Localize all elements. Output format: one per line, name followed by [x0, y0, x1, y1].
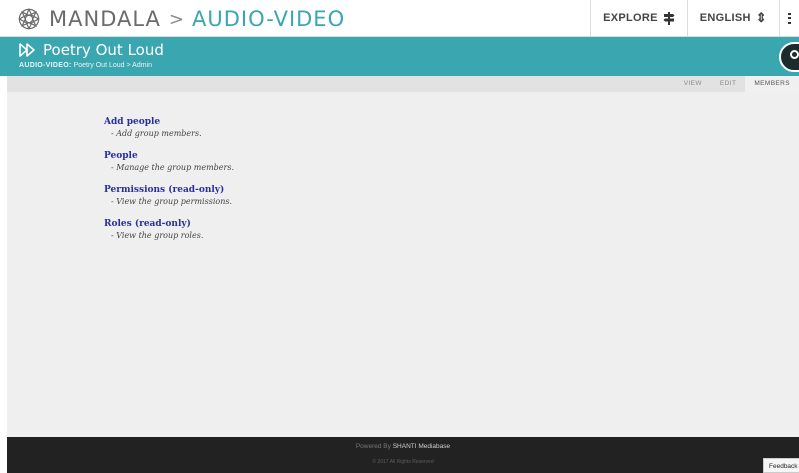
list-item: Add people - Add group members. — [104, 117, 202, 139]
main-content: Add people - Add group members. People -… — [7, 92, 799, 437]
feedback-button[interactable]: Feedback — [763, 458, 799, 473]
brand-separator: > — [168, 8, 185, 30]
breadcrumb-root[interactable]: AUDIO-VIDEO: — [19, 62, 72, 69]
page: MANDALA > AUDIO-VIDEO EXPLORE ENGLISH ⇕ — [0, 0, 799, 473]
language-label: ENGLISH — [699, 12, 751, 24]
language-select[interactable]: ENGLISH ⇕ — [686, 0, 779, 36]
explore-button[interactable]: EXPLORE — [590, 0, 687, 36]
roles-link[interactable]: Roles (read-only) — [104, 219, 203, 230]
breadcrumb-separator: > — [126, 62, 131, 69]
breadcrumb-item[interactable]: Admin — [132, 62, 152, 69]
list-item: People - Manage the group members. — [104, 151, 234, 173]
breadcrumb-item[interactable]: Poetry Out Loud — [74, 62, 125, 69]
tab-members[interactable]: MEMBERS — [745, 76, 799, 92]
section-name: AUDIO-VIDEO — [192, 7, 346, 31]
item-description: - View the group permissions. — [111, 197, 232, 206]
tab-view[interactable]: VIEW — [675, 76, 711, 92]
powered-prefix: Powered By — [355, 443, 391, 450]
list-item: Permissions (read-only) - View the group… — [104, 185, 232, 207]
menu-button[interactable] — [779, 0, 799, 36]
audio-video-icon — [19, 43, 35, 57]
footer: Powered By SHANTI Mediabase © 2017 All R… — [7, 437, 799, 473]
breadcrumb: AUDIO-VIDEO: Poetry Out Loud > Admin — [19, 62, 152, 69]
tab-edit[interactable]: EDIT — [711, 76, 745, 92]
top-nav-bar: MANDALA > AUDIO-VIDEO EXPLORE ENGLISH ⇕ — [0, 0, 799, 37]
sort-caret-icon: ⇕ — [755, 10, 767, 25]
signpost-icon — [663, 11, 675, 25]
hamburger-menu-icon — [788, 12, 791, 24]
item-description: - Add group members. — [111, 129, 202, 138]
tabs: VIEW EDIT MEMBERS — [675, 76, 799, 92]
page-title: Poetry Out Loud — [43, 41, 164, 59]
item-description: - Manage the group members. — [111, 163, 234, 172]
search-icon — [790, 50, 799, 59]
powered-by: Powered By SHANTI Mediabase — [7, 443, 799, 450]
brand[interactable]: MANDALA > AUDIO-VIDEO — [18, 7, 345, 31]
tabs-strip: VIEW EDIT MEMBERS — [7, 76, 799, 92]
search-button[interactable] — [779, 42, 799, 72]
people-link[interactable]: People — [104, 151, 234, 162]
item-description: - View the group roles. — [111, 231, 204, 240]
copyright: © 2017 All Rights Reserved — [372, 459, 434, 465]
title-row: Poetry Out Loud — [19, 41, 164, 59]
nav-right: EXPLORE ENGLISH ⇕ — [590, 0, 799, 36]
permissions-link[interactable]: Permissions (read-only) — [104, 185, 232, 196]
title-bar: Poetry Out Loud AUDIO-VIDEO: Poetry Out … — [0, 37, 799, 76]
powered-brand-link[interactable]: SHANTI Mediabase — [393, 443, 450, 450]
add-people-link[interactable]: Add people — [104, 117, 202, 128]
list-item: Roles (read-only) - View the group roles… — [104, 219, 203, 241]
mandala-logo-icon — [18, 8, 40, 30]
brand-name: MANDALA — [49, 7, 161, 31]
explore-label: EXPLORE — [603, 12, 658, 24]
